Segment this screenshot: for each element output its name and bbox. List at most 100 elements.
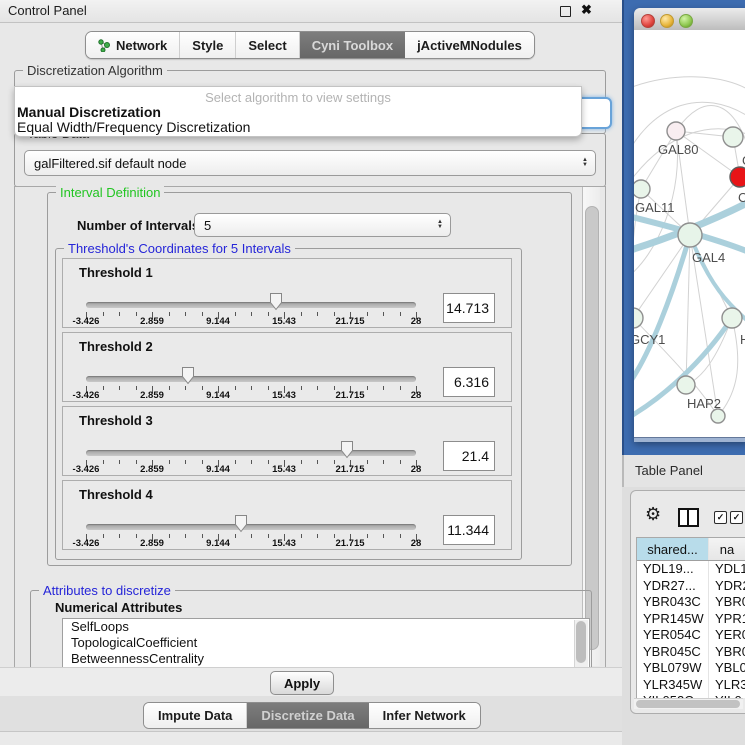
tab-style[interactable]: Style bbox=[180, 32, 236, 58]
table-row[interactable]: YDR27...YDR2 bbox=[637, 578, 745, 595]
threshold-label: Threshold 3 bbox=[79, 413, 153, 428]
network-node[interactable] bbox=[678, 223, 702, 247]
algorithm-dropdown-popup: Select algorithm to view settings Manual… bbox=[14, 86, 582, 137]
table-row[interactable]: YDL19...YDL1 bbox=[637, 561, 745, 578]
network-window-titlebar[interactable] bbox=[634, 8, 745, 31]
table-data-combo[interactable]: galFiltered.sif default node ▲▼ bbox=[24, 150, 596, 176]
tab-discretize-data[interactable]: Discretize Data bbox=[247, 703, 368, 728]
table-row[interactable]: YBR043CYBR0 bbox=[637, 594, 745, 611]
slider-tick bbox=[119, 460, 120, 464]
network-node-label: GAL4 bbox=[692, 250, 725, 265]
threshold-value-field[interactable]: 21.4 bbox=[443, 441, 495, 471]
algorithm-option[interactable]: Equal Width/Frequency Discretization bbox=[17, 119, 250, 135]
attribute-list-item[interactable]: BetweennessCentrality bbox=[63, 651, 589, 667]
network-node-label: GAL80 bbox=[658, 142, 698, 157]
network-node[interactable] bbox=[722, 308, 742, 328]
slider-tick-label: 21.715 bbox=[328, 316, 372, 327]
slider-tick bbox=[383, 312, 384, 316]
attribute-list-item[interactable]: TopologicalCoefficient bbox=[63, 635, 589, 651]
slider-tick-label: 28 bbox=[394, 316, 438, 327]
threshold-slider-track[interactable] bbox=[86, 450, 416, 456]
network-node[interactable] bbox=[711, 409, 725, 423]
threshold-label: Threshold 1 bbox=[79, 265, 153, 280]
table-row[interactable]: YBL079WYBL0 bbox=[637, 660, 745, 677]
tab-infer-network[interactable]: Infer Network bbox=[369, 703, 480, 728]
close-traffic-light-icon[interactable] bbox=[641, 14, 655, 28]
slider-tick bbox=[251, 312, 252, 316]
threshold-slider-track[interactable] bbox=[86, 302, 416, 308]
split-columns-icon[interactable] bbox=[678, 508, 699, 527]
threshold-value-field[interactable]: 6.316 bbox=[443, 367, 495, 397]
table-row[interactable]: YLR345WYLR3 bbox=[637, 677, 745, 694]
number-of-intervals-combo[interactable]: 5 ▲▼ bbox=[194, 213, 451, 237]
network-canvas[interactable]: GAL80GCGAL11GAL4GCY1HHAP2 bbox=[634, 30, 745, 437]
tab-jactivemnodules[interactable]: jActiveMNodules bbox=[405, 32, 534, 58]
threshold-value-field[interactable]: 11.344 bbox=[443, 515, 495, 545]
network-node-label: H bbox=[740, 332, 745, 347]
table-scrollbar-thumb[interactable] bbox=[636, 700, 740, 708]
slider-tick-label: 21.715 bbox=[328, 390, 372, 401]
table-cell: YPR145W bbox=[637, 611, 709, 628]
threshold-slider-track[interactable] bbox=[86, 376, 416, 382]
table-horizontal-scrollbar[interactable] bbox=[634, 698, 743, 709]
network-node[interactable] bbox=[634, 180, 650, 198]
table-row[interactable]: YER054CYER0 bbox=[637, 627, 745, 644]
tab-network[interactable]: Network bbox=[86, 32, 180, 58]
threshold-slider-track[interactable] bbox=[86, 524, 416, 530]
slider-tick bbox=[317, 386, 318, 390]
number-of-intervals-label: Number of Intervals bbox=[77, 218, 199, 233]
network-node-label: C bbox=[738, 190, 745, 205]
checkbox-icon[interactable]: ✓ bbox=[730, 511, 743, 524]
algorithm-placeholder: Select algorithm to view settings bbox=[15, 90, 581, 105]
settings-scrollbar-thumb[interactable] bbox=[585, 206, 599, 650]
checkbox-icon[interactable]: ✓ bbox=[714, 511, 727, 524]
table-column-header[interactable]: shared... bbox=[637, 538, 709, 560]
node-attribute-table[interactable]: shared...na YDL19...YDL1YDR27...YDR2YBR0… bbox=[636, 537, 745, 698]
slider-tick bbox=[317, 312, 318, 316]
threshold-slider-thumb[interactable] bbox=[234, 514, 248, 533]
slider-tick-label: -3.426 bbox=[64, 464, 108, 475]
tab-select[interactable]: Select bbox=[236, 32, 299, 58]
algorithm-option[interactable]: Manual Discretization bbox=[17, 104, 161, 120]
network-node[interactable] bbox=[634, 308, 643, 328]
table-cell: YDL19... bbox=[637, 561, 709, 578]
threshold-slider-thumb[interactable] bbox=[181, 366, 195, 385]
table-panel-titlebar: Table Panel bbox=[622, 455, 745, 487]
network-node[interactable] bbox=[723, 127, 743, 147]
numerical-attributes-label: Numerical Attributes bbox=[55, 600, 182, 615]
threshold-slider-thumb[interactable] bbox=[269, 292, 283, 311]
float-window-icon[interactable] bbox=[560, 6, 571, 17]
tab-label: Style bbox=[192, 38, 223, 53]
control-panel-titlebar: Control Panel bbox=[0, 0, 622, 23]
attribute-list-item[interactable]: SelfLoops bbox=[63, 619, 589, 635]
attributes-list-scrollbar[interactable] bbox=[574, 620, 588, 667]
gear-icon[interactable]: ⚙ bbox=[645, 504, 661, 525]
network-node[interactable] bbox=[667, 122, 685, 140]
network-window-bottom-edge bbox=[634, 437, 745, 442]
stepper-arrows-icon: ▲▼ bbox=[437, 220, 450, 230]
slider-tick bbox=[119, 534, 120, 538]
table-row[interactable]: YBR045CYBR0 bbox=[637, 644, 745, 661]
network-node[interactable] bbox=[677, 376, 695, 394]
table-cell: YDL1 bbox=[709, 561, 745, 578]
bottom-margin bbox=[0, 732, 622, 745]
table-column-header[interactable]: na bbox=[709, 538, 745, 560]
slider-tick-label: 9.144 bbox=[196, 316, 240, 327]
tab-impute-data[interactable]: Impute Data bbox=[144, 703, 247, 728]
tab-label: Cyni Toolbox bbox=[312, 38, 393, 53]
apply-button[interactable]: Apply bbox=[270, 671, 334, 695]
slider-tick bbox=[185, 386, 186, 390]
bottom-tab-bar: Impute DataDiscretize DataInfer Network bbox=[143, 702, 481, 729]
table-row[interactable]: YPR145WYPR1 bbox=[637, 611, 745, 628]
tab-cyni-toolbox[interactable]: Cyni Toolbox bbox=[300, 32, 405, 58]
table-cell: YBR0 bbox=[709, 644, 745, 661]
network-node[interactable] bbox=[730, 167, 745, 187]
threshold-panel: Threshold 1-3.4262.8599.14415.4321.71528… bbox=[62, 258, 512, 328]
threshold-slider-thumb[interactable] bbox=[340, 440, 354, 459]
numerical-attributes-list[interactable]: SelfLoopsTopologicalCoefficientBetweenne… bbox=[62, 618, 590, 669]
close-icon[interactable]: ✖ bbox=[581, 2, 592, 18]
zoom-traffic-light-icon[interactable] bbox=[679, 14, 693, 28]
threshold-value-field[interactable]: 14.713 bbox=[443, 293, 495, 323]
minimize-traffic-light-icon[interactable] bbox=[660, 14, 674, 28]
slider-tick-label: -3.426 bbox=[64, 538, 108, 549]
